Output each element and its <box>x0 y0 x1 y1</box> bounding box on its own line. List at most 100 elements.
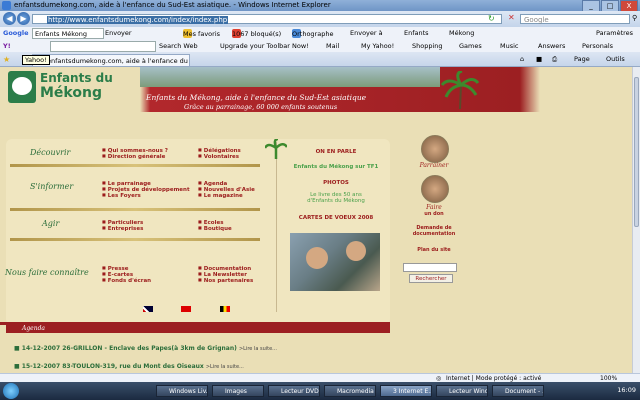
feeds-icon[interactable]: ■ <box>536 55 542 63</box>
nav-section-spread[interactable]: Nous faire connaître <box>5 268 89 277</box>
logo-title-line2: Mékong <box>40 85 102 101</box>
column-divider <box>276 142 277 312</box>
shopping-button[interactable]: Shopping <box>412 41 443 51</box>
nav-link-wallpapers[interactable]: Fonds d'écran <box>102 277 151 284</box>
web-page: Enfants du Mékong Enfants du Mékong, aid… <box>0 67 632 373</box>
taskbar-item-images[interactable]: Images <box>212 385 264 397</box>
greeting-cards-title: CARTES DE VOEUX 2008 <box>298 215 374 221</box>
nav-section-inform[interactable]: S'informer <box>30 182 73 191</box>
back-button[interactable]: ◀ <box>3 12 16 25</box>
donate-link-line1[interactable]: Faire <box>410 204 458 211</box>
site-search-input[interactable] <box>403 263 457 272</box>
mail-button[interactable]: Mail <box>326 41 339 51</box>
taskbar-item-windows-live[interactable]: Windows Liv... <box>156 385 208 397</box>
taskbar-item-macromedia[interactable]: Macromedia ... <box>324 385 376 397</box>
ie-icon <box>2 1 11 10</box>
search-input[interactable]: Google <box>520 14 630 24</box>
personals-button[interactable]: Personals <box>582 41 613 51</box>
press-link-tf1[interactable]: Enfants du Mékong sur TF1 <box>286 164 386 170</box>
scrollbar-thumb[interactable] <box>634 77 639 227</box>
tab-active[interactable]: enfantsdumekong.com, aide à l'enfance du… <box>32 54 190 66</box>
google-search-field[interactable]: Enfants Mékong <box>32 28 104 39</box>
toolbar-link-mekong[interactable]: Mékong <box>449 28 474 38</box>
search-web-button[interactable]: Search Web <box>159 41 198 51</box>
search-icon[interactable]: ⚲ <box>632 14 637 22</box>
agenda-header: Agenda <box>6 325 390 333</box>
child-face-image <box>306 247 328 269</box>
print-icon[interactable]: ⎙ <box>552 55 557 64</box>
yahoo-search-field[interactable] <box>50 41 156 52</box>
upgrade-toolbar-link[interactable]: Upgrade your Toolbar Now! <box>220 41 309 51</box>
flag-swiss-icon[interactable] <box>181 306 191 312</box>
bamboo-divider <box>10 164 260 167</box>
page-menu[interactable]: Page <box>574 55 590 63</box>
greeting-card-photo[interactable] <box>290 233 380 291</box>
forward-button[interactable]: ▶ <box>17 12 30 25</box>
taskbar-item-document[interactable]: Document - ... <box>492 385 544 397</box>
site-tagline: Enfants du Mékong, aide à l'enfance du S… <box>146 93 367 102</box>
nav-link-companies[interactable]: Entreprises <box>102 225 144 232</box>
nav-link-shop[interactable]: Boutique <box>198 225 232 232</box>
nav-section-discover[interactable]: Découvrir <box>30 148 70 157</box>
google-send-button[interactable]: Envoyer <box>105 28 132 38</box>
taskbar: Windows Liv... Images Lecteur DVD ... Ma… <box>0 382 640 400</box>
donate-link-line2[interactable]: un don <box>410 211 458 217</box>
agenda-item[interactable]: ■ 15-12-2007 83-TOULON-319, rue du Mont … <box>14 363 244 370</box>
bamboo-divider <box>10 238 260 241</box>
sponsor-photo[interactable] <box>421 135 449 163</box>
taskbar-item-ie[interactable]: 3 Internet E... <box>380 385 432 397</box>
logo-face-icon <box>12 77 32 95</box>
agenda-date: 14-12-2007 <box>21 345 61 352</box>
agenda-text: 83-TOULON-319, rue du Mont des Oiseaux <box>62 363 204 370</box>
agenda-text: 26-GRILLON - Enclave des Papes(à 3km de … <box>62 345 237 352</box>
bamboo-divider <box>10 208 260 211</box>
answers-button[interactable]: Answers <box>538 41 565 51</box>
yahoo-logo-icon[interactable]: Y! <box>3 41 11 51</box>
logo-title-line1: Enfants du <box>40 71 113 85</box>
address-toolbar: ◀ ▶ http://www.enfantsdumekong.com/index… <box>0 11 640 27</box>
photos-link-line2[interactable]: d'Enfants du Mékong <box>286 198 386 204</box>
taskbar-item-dvd[interactable]: Lecteur DVD ... <box>268 385 320 397</box>
palm-icon <box>440 71 480 109</box>
press-title: ON EN PARLE <box>315 149 357 155</box>
sponsor-link[interactable]: Parrainer <box>410 162 458 169</box>
site-search-button[interactable]: Rechercher <box>409 274 453 283</box>
sitemap-link[interactable]: Plan du site <box>404 247 464 253</box>
yahoo-tooltip: Yahoo! <box>22 55 50 65</box>
window-title-bar[interactable]: enfantsdumekong.com, aide à l'enfance du… <box>0 0 640 12</box>
site-header: Enfants du Mékong Enfants du Mékong, aid… <box>0 67 632 112</box>
donate-photo[interactable] <box>421 175 449 203</box>
nav-link-management[interactable]: Direction générale <box>102 153 166 160</box>
tools-menu[interactable]: Outils <box>606 55 625 63</box>
window-title: enfantsdumekong.com, aide à l'enfance du… <box>14 1 331 9</box>
taskbar-item-media-player[interactable]: Lecteur Wind... <box>436 385 488 397</box>
agenda-read-more[interactable]: >Lire la suite... <box>239 346 277 352</box>
flag-english-icon[interactable] <box>143 306 153 312</box>
home-icon[interactable]: ⌂ <box>520 55 524 63</box>
palm-small-icon <box>265 139 287 159</box>
toolbar-link-enfants[interactable]: Enfants <box>404 28 429 38</box>
music-button[interactable]: Music <box>500 41 519 51</box>
my-yahoo-button[interactable]: My Yahoo! <box>361 41 394 51</box>
settings-button[interactable]: Paramètres <box>596 28 633 38</box>
agenda-read-more[interactable]: >Lire la suite... <box>206 364 244 370</box>
vertical-scrollbar[interactable] <box>632 67 640 373</box>
nav-link-volunteers[interactable]: Volontaires <box>198 153 239 160</box>
header-landscape <box>140 67 440 87</box>
games-button[interactable]: Games <box>459 41 482 51</box>
stop-icon[interactable]: ✕ <box>508 13 515 22</box>
send-to-button[interactable]: Envoyer à <box>350 28 383 38</box>
clock[interactable]: 16:09 <box>617 386 636 394</box>
refresh-icon[interactable]: ↻ <box>488 14 495 23</box>
nav-link-magazine[interactable]: Le magazine <box>198 192 243 199</box>
favorites-star-icon[interactable]: ★ <box>3 55 10 64</box>
request-docs-line2[interactable]: documentation <box>404 231 464 237</box>
flag-belgian-icon[interactable] <box>220 306 230 312</box>
nav-link-partners[interactable]: Nos partenaires <box>198 277 254 284</box>
start-button[interactable] <box>3 383 19 399</box>
nav-section-act[interactable]: Agir <box>42 219 59 228</box>
agenda-item[interactable]: ■ 14-12-2007 26-GRILLON - Enclave des Pa… <box>14 345 277 352</box>
address-input[interactable]: http://www.enfantsdumekong.com/index/ind… <box>32 14 502 24</box>
url-text: http://www.enfantsdumekong.com/index/ind… <box>47 16 229 24</box>
nav-link-homes[interactable]: Les Foyers <box>102 192 141 199</box>
